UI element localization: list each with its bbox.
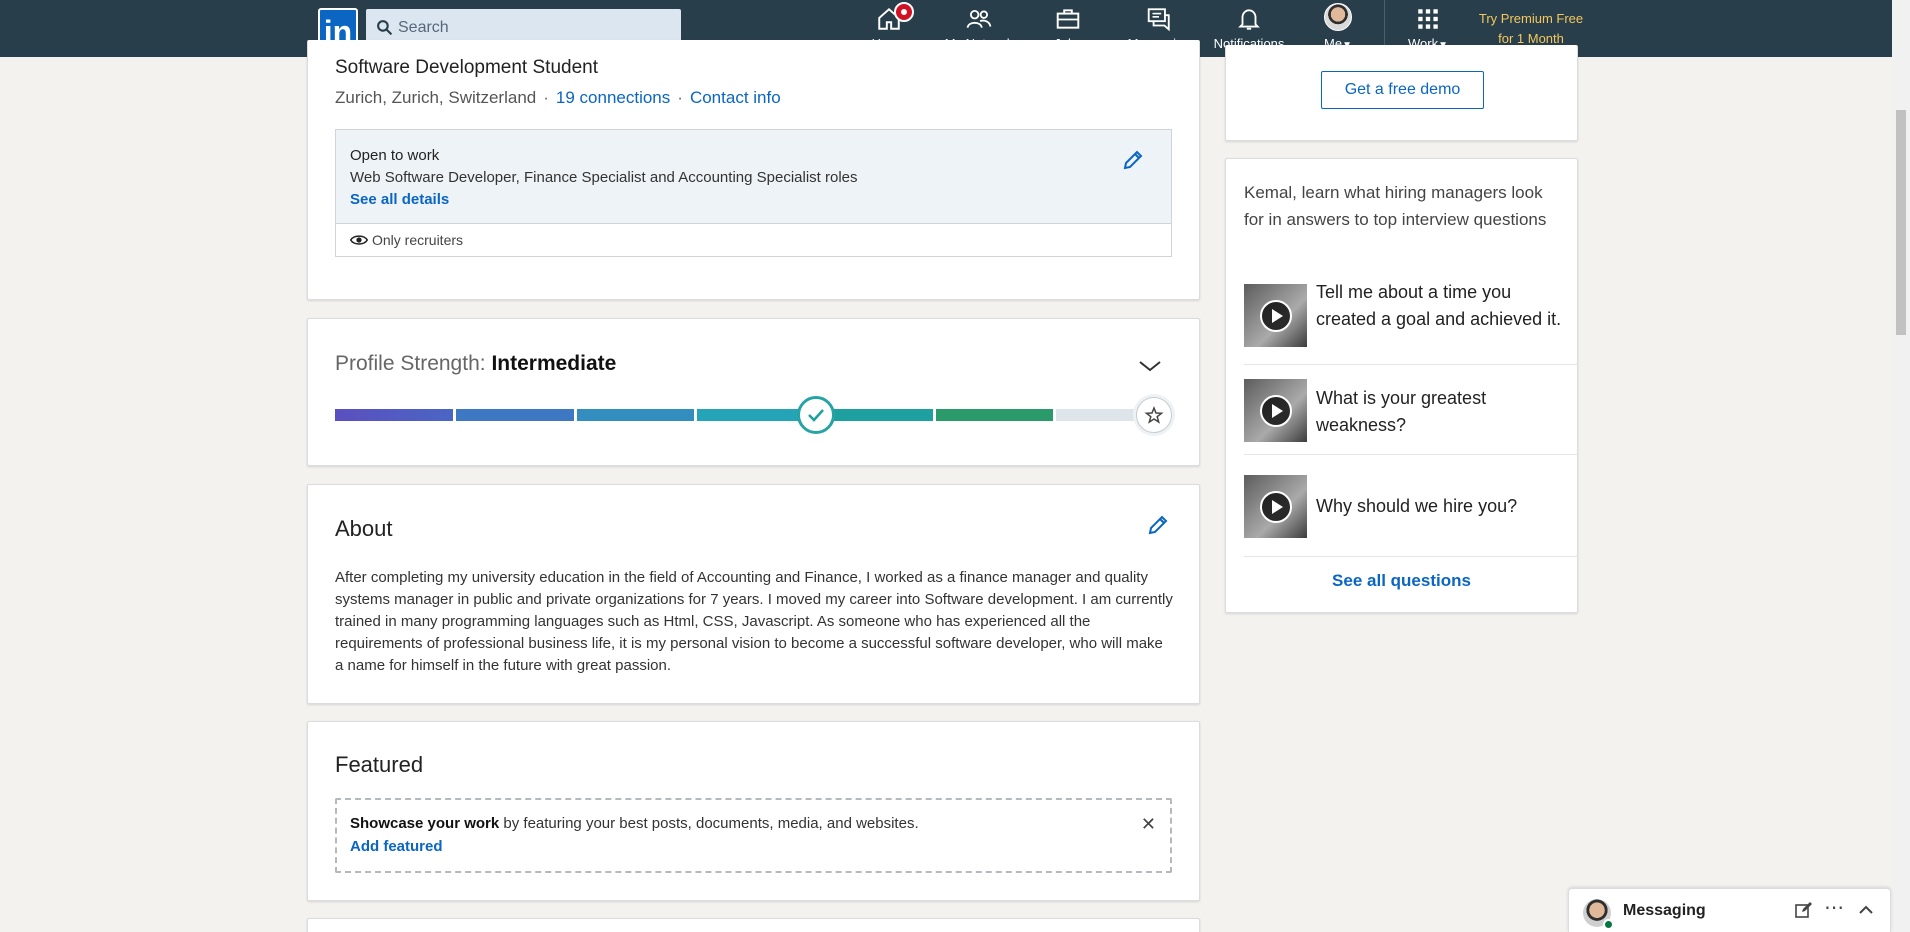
contact-info-link[interactable]: Contact info	[690, 88, 781, 107]
search-icon	[377, 20, 393, 36]
more-options-icon[interactable]: ⋯	[1824, 895, 1844, 919]
eye-icon	[350, 235, 368, 245]
meter-segment	[577, 409, 694, 421]
meter-segment	[456, 409, 574, 421]
meter-segment-empty	[1056, 409, 1139, 421]
see-all-details-link[interactable]: See all details	[350, 191, 449, 208]
featured-card: Featured Showcase your work by featuring…	[307, 721, 1200, 901]
question-text: Why should we hire you?	[1316, 496, 1518, 516]
interview-prep-intro: Kemal, learn what hiring managers look f…	[1244, 183, 1547, 229]
video-thumbnail	[1244, 379, 1307, 442]
star-icon	[1136, 397, 1172, 433]
open-to-work-roles: Web Software Developer, Finance Speciali…	[350, 169, 858, 186]
checkmark-icon	[797, 396, 835, 434]
scrollbar[interactable]	[1892, 0, 1910, 932]
profile-top-card: Software Development Student Zurich, Zur…	[307, 40, 1200, 300]
avatar	[1324, 3, 1352, 31]
open-to-work-details: Open to work Web Software Developer, Fin…	[336, 130, 1171, 224]
video-thumbnail	[1244, 475, 1307, 538]
list-item[interactable]: Why should we hire you?	[1244, 475, 1579, 557]
play-icon	[1260, 300, 1292, 332]
online-status-icon	[1603, 919, 1614, 930]
people-icon	[966, 9, 992, 28]
ad-card: Get a free demo	[1225, 45, 1578, 141]
featured-prompt-box: Showcase your work by featuring your bes…	[335, 798, 1172, 873]
interview-prep-card: Kemal, learn what hiring managers look f…	[1225, 158, 1579, 613]
meter-segment	[936, 409, 1053, 421]
chat-icon	[1147, 8, 1170, 32]
featured-prompt-text: Showcase your work by featuring your bes…	[350, 815, 919, 832]
profile-strength-title: Profile Strength: Intermediate	[335, 352, 617, 375]
profile-location: Zurich, Zurich, Switzerland	[335, 88, 537, 107]
strength-meter	[335, 409, 1139, 421]
premium-upsell-link[interactable]: Try Premium Free for 1 Month	[1466, 9, 1596, 49]
briefcase-icon	[1056, 9, 1080, 29]
chevron-up-icon[interactable]	[1856, 900, 1876, 920]
profile-meta-row: Zurich, Zurich, Switzerland · 19 connectio…	[335, 88, 781, 108]
about-text: After completing my university education…	[335, 569, 1173, 674]
question-text: What is your greatest weakness?	[1316, 388, 1487, 435]
chevron-down-icon[interactable]	[1138, 359, 1162, 373]
next-section-card	[307, 918, 1200, 932]
scrollbar-thumb[interactable]	[1896, 110, 1906, 335]
profile-strength-card: Profile Strength: Intermediate	[307, 318, 1200, 466]
messaging-overlay-bar[interactable]: Messaging ⋯	[1568, 888, 1891, 932]
pencil-icon[interactable]	[1146, 513, 1170, 537]
video-thumbnail	[1244, 284, 1307, 347]
grid-icon	[1418, 9, 1438, 29]
get-free-demo-button[interactable]: Get a free demo	[1321, 71, 1484, 109]
about-title: About	[335, 516, 393, 541]
list-item[interactable]: What is your greatest weakness?	[1244, 377, 1579, 455]
list-item[interactable]: Tell me about a time you created a goal …	[1244, 279, 1579, 365]
compose-icon[interactable]	[1794, 900, 1814, 920]
profile-headline: Software Development Student	[335, 57, 598, 78]
open-to-work-title: Open to work	[350, 147, 440, 164]
notification-badge	[894, 2, 914, 22]
separator-dot: ·	[543, 88, 549, 107]
question-text: Tell me about a time you created a goal …	[1316, 282, 1562, 329]
visibility-row: Only recruiters	[350, 232, 463, 248]
pencil-icon[interactable]	[1121, 148, 1145, 172]
see-all-questions-link[interactable]: See all questions	[1226, 571, 1577, 591]
play-icon	[1260, 491, 1292, 523]
messaging-title: Messaging	[1623, 902, 1706, 919]
visibility-label: Only recruiters	[372, 232, 464, 248]
featured-title: Featured	[335, 752, 424, 777]
close-icon[interactable]: ✕	[1141, 814, 1156, 835]
separator-dot: ·	[677, 88, 683, 107]
connections-link[interactable]: 19 connections	[556, 88, 670, 107]
meter-segment	[335, 409, 453, 421]
about-card: About After completing my university edu…	[307, 484, 1200, 704]
bell-icon	[1238, 9, 1260, 30]
open-to-work-box: Open to work Web Software Developer, Fin…	[335, 129, 1172, 257]
add-featured-link[interactable]: Add featured	[350, 838, 443, 855]
play-icon	[1260, 395, 1292, 427]
premium-line-1: Try Premium Free	[1478, 11, 1584, 26]
profile-strength-level: Intermediate	[491, 352, 617, 375]
